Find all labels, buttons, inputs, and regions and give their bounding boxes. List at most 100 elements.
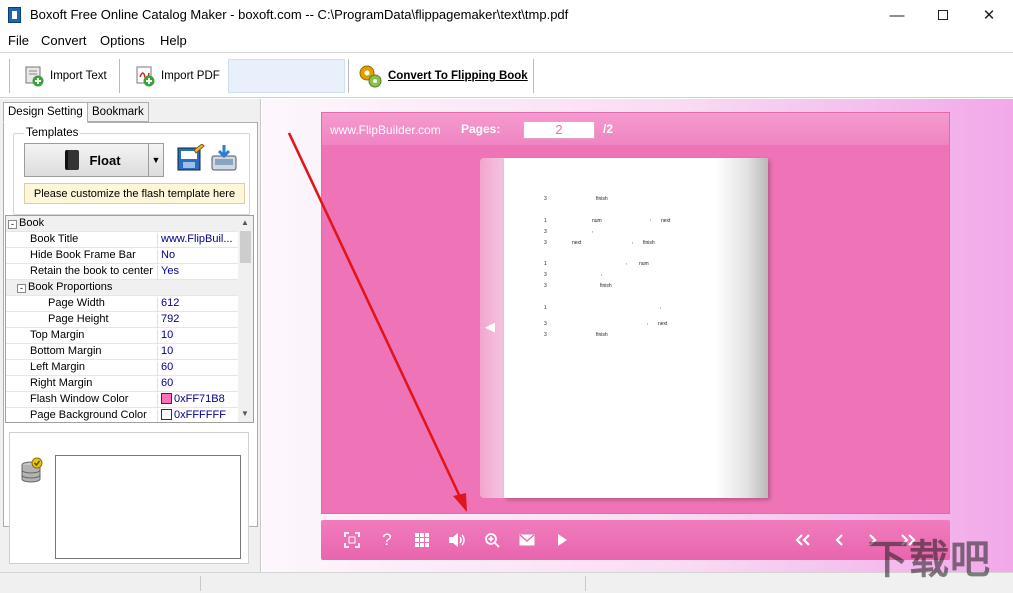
property-row[interactable]: Bottom Margin10 [6,344,238,360]
page-number-input[interactable]: 2 [523,121,595,139]
page-text-token: 1 [544,261,547,267]
property-row[interactable]: Hide Book Frame BarNo [6,248,238,264]
menu-help[interactable]: Help [160,33,187,48]
book-icon [65,150,79,170]
scroll-up-icon[interactable]: ▲ [241,218,249,227]
property-name: Retain the book to center [6,265,158,280]
scrollbar-thumb[interactable] [240,231,251,263]
convert-label: Convert To Flipping Book [388,70,528,82]
collapse-icon[interactable]: - [17,284,26,293]
property-row[interactable]: Page Height792 [6,312,238,328]
menu-file[interactable]: File [8,33,29,48]
property-value[interactable]: 792 [161,313,237,328]
template-select-button[interactable]: Float [24,143,162,177]
triangle-left-icon[interactable]: ◀ [485,319,495,335]
property-label: Left Margin [30,361,85,373]
property-row[interactable]: Right Margin 60 [6,376,238,392]
page-text-token: , [660,304,661,310]
property-row[interactable]: Retain the book to centerYes [6,264,238,280]
toolbar-blank-area [228,59,345,93]
database-check-icon [20,457,44,485]
property-name: -Book [6,217,236,232]
zoom-in-icon[interactable] [482,530,502,550]
import-pdf-button[interactable]: Import PDF [134,57,220,95]
property-value[interactable]: 0xFFFFFF [161,409,237,423]
property-value-text: Yes [161,265,179,277]
property-value[interactable]: 612 [161,297,237,312]
property-label: Right Margin [30,377,92,389]
page-text-token: , [632,239,633,245]
property-row[interactable]: Page Background Color0xFFFFFF [6,408,238,423]
property-row[interactable]: Top Margin10 [6,328,238,344]
property-value[interactable]: www.FlipBuil... [161,233,237,248]
template-dropdown-button[interactable]: ▼ [148,143,164,177]
status-separator [200,576,201,591]
tab-bookmark[interactable]: Bookmark [87,102,149,122]
brand-link[interactable]: www.FlipBuilder.com [330,123,441,137]
property-value[interactable]: 10 [161,345,237,360]
save-template-button[interactable] [210,144,239,174]
previous-page-strip[interactable]: ◀ [480,158,504,498]
help-icon[interactable]: ? [377,530,397,550]
maximize-button[interactable] [920,0,966,30]
page-text-token: finish [600,283,612,289]
property-grid-scrollbar[interactable]: ▲ ▼ [238,216,253,422]
property-value-text: 10 [161,329,173,341]
import-text-button[interactable]: Import Text [23,57,107,95]
sound-icon[interactable] [447,530,467,550]
property-name: Right Margin [6,377,158,392]
edit-template-button[interactable] [176,144,205,174]
property-value[interactable]: 0xFF71B8 [161,393,237,408]
book-page[interactable]: 3finish1num,next3,3next,finish1,num3,3fi… [504,158,768,498]
property-value[interactable]: 60 [161,361,237,376]
property-name: Top Margin [6,329,158,344]
page-text-token: 3 [544,332,547,338]
property-name: Hide Book Frame Bar [6,249,158,264]
autoplay-icon[interactable] [552,530,572,550]
property-section[interactable]: -Book [6,216,238,232]
page-text-token: , [650,216,651,222]
page-text-token: num [639,261,649,267]
menu-options[interactable]: Options [100,33,145,48]
property-value[interactable]: 10 [161,329,237,344]
property-row[interactable]: Page Width612 [6,296,238,312]
menu-convert[interactable]: Convert [41,33,87,48]
minimize-button[interactable]: — [874,0,920,30]
property-value-text: 0xFFFFFF [174,409,226,421]
flip-book-header: www.FlipBuilder.com Pages: 2 /2 [322,113,949,145]
email-icon[interactable] [517,530,537,550]
tab-design-setting[interactable]: Design Setting [3,102,88,123]
collapse-icon[interactable]: - [8,220,17,229]
page-text-token: next [658,321,667,327]
property-row[interactable]: Book Titlewww.FlipBuil... [6,232,238,248]
convert-to-flipping-book-button[interactable]: Convert To Flipping Book [357,57,528,95]
property-row[interactable]: Left Margin 60 [6,360,238,376]
property-section[interactable]: -Book Proportions [6,280,238,296]
property-value[interactable]: No [161,249,237,264]
page-total: /2 [603,122,613,136]
property-value[interactable]: Yes [161,265,237,280]
property-value-text: www.FlipBuil... [161,233,233,245]
scroll-down-icon[interactable]: ▼ [241,409,249,418]
edit-template-icon [176,144,205,174]
color-swatch [161,393,172,404]
page-text-token: , [592,228,593,234]
page-text-token: 3 [544,240,547,246]
property-value-text: 10 [161,345,173,357]
fullscreen-icon[interactable] [342,530,362,550]
first-page-icon[interactable] [793,530,813,550]
property-row[interactable]: Flash Window Color0xFF71B8 [6,392,238,408]
pages-label: Pages: [461,122,500,136]
color-swatch [161,409,172,420]
property-value[interactable]: 60 [161,377,237,392]
page-text-token: 3 [544,283,547,289]
previous-page-icon[interactable] [829,530,849,550]
thumbnails-icon[interactable] [412,530,432,550]
close-button[interactable]: ✕ [966,0,1012,30]
status-separator [585,576,586,591]
customize-template-link[interactable]: Please customize the flash template here [24,183,245,204]
window-title: Boxoft Free Online Catalog Maker - boxof… [30,7,568,22]
watermark: 下载吧 [868,527,991,585]
maximize-icon [938,10,948,20]
page-text-token: next [661,218,670,224]
